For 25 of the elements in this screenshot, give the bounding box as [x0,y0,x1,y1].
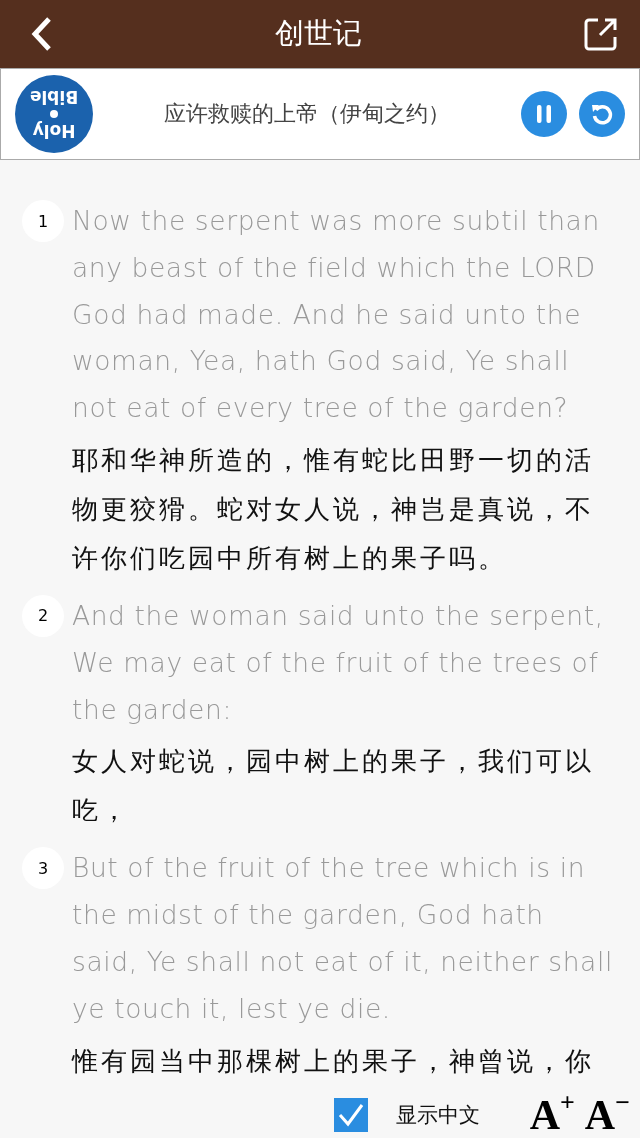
replay-button[interactable] [579,91,625,137]
font-increase-button[interactable]: A$^{+}$ [529,1093,575,1137]
replay-icon [590,102,614,126]
font-decrease-button[interactable]: A$^{−}$ [584,1093,630,1137]
logo-text: Bible [29,88,79,106]
page-title: 创世记 [274,15,362,52]
verse-text-english: But of the fruit of the tree which is in the midst of the garden, God hath said, Ye shall not eat of it, neither shall ye touch it, lest ye die. [72,851,614,1026]
pause-icon [535,104,553,124]
verse-text-chinese: 女人对蛇说，园中树上的果子，我们可以吃， [72,745,595,828]
logo-dot [50,110,58,118]
verse-number: 3 [22,847,64,890]
show-chinese-checkbox[interactable] [333,1098,368,1132]
verse-text-english: Now the serpent was more subtil than any beast of the field which the LORD God had made. And he said unto the woman, Yea, hath God said, Ye shall not eat of every tree of the garden? [72,204,601,426]
track-title: 应许救赎的上帝（伊甸之约） [163,100,451,128]
pause-button[interactable] [521,91,567,137]
share-icon[interactable] [584,17,618,51]
check-icon [336,1102,365,1128]
logo-text: Holy [32,122,76,140]
verse-text-chinese: 惟有园当中那棵树上的果子，神曾说，你 [72,1044,594,1078]
show-chinese-label: 显示中文 [395,1102,480,1129]
back-icon[interactable] [30,16,52,52]
verse-text-chinese: 耶和华神所造的，惟有蛇比田野一切的活物更狡猾。蛇对女人说，神岂是真说，不许你们吃园中所有树上的果子吗。 [72,444,595,575]
verse-text-english: And the woman said unto the serpent, We may eat of the fruit of the trees of the garden: [72,599,605,727]
verse-number: 2 [22,595,64,637]
verse-number: 1 [22,200,64,242]
